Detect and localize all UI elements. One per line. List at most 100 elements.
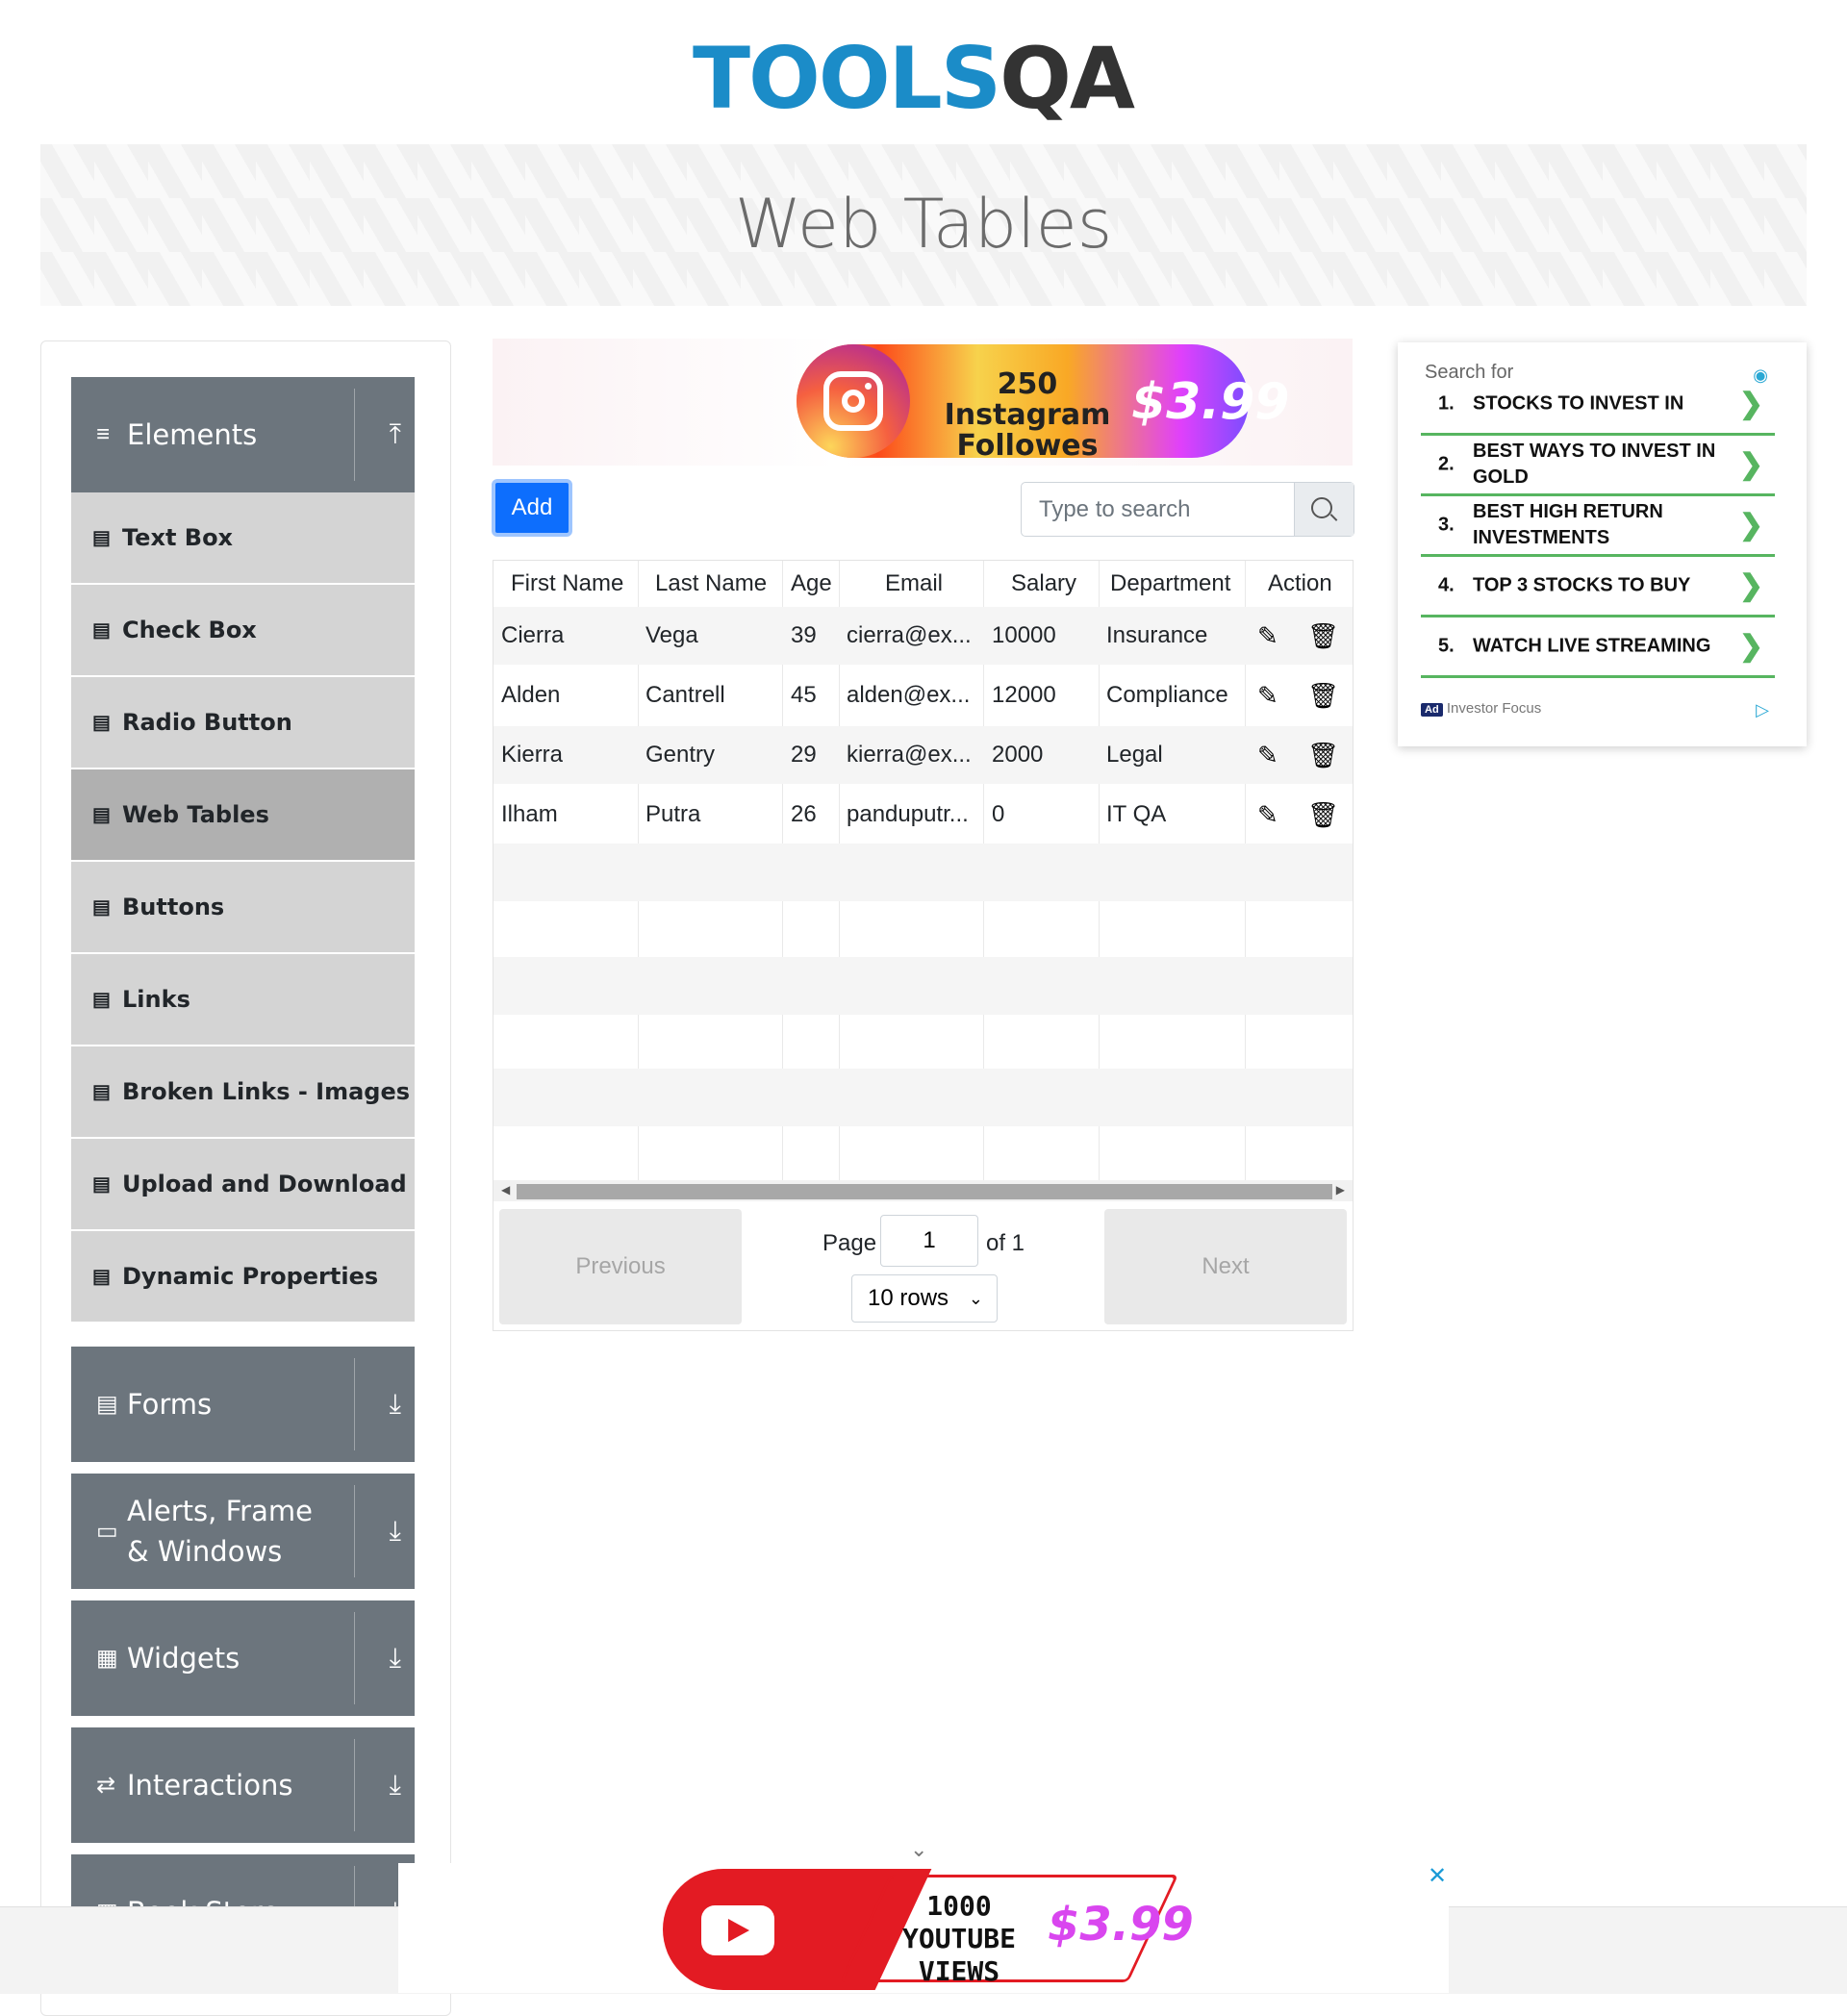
- sidebar-item-label: Upload and Download: [122, 1171, 407, 1197]
- delete-icon[interactable]: 🗑: [1307, 622, 1339, 651]
- page-number-input[interactable]: 1: [880, 1215, 978, 1267]
- search-box: [1021, 482, 1354, 537]
- expand-arrow-icon[interactable]: ⤓: [390, 1389, 401, 1421]
- column-header-email[interactable]: Email: [885, 561, 943, 607]
- page-header-banner: Web Tables: [40, 144, 1807, 306]
- instagram-icon: [797, 344, 910, 458]
- expand-arrow-icon[interactable]: ⤓: [390, 1643, 401, 1675]
- sidebar-item-radio-button[interactable]: ▤ Radio Button: [71, 677, 415, 769]
- collapse-arrow-icon[interactable]: ⤒: [390, 419, 401, 451]
- close-icon[interactable]: ✕: [1428, 1862, 1447, 1890]
- sidebar-item-upload-download[interactable]: ▤ Upload and Download: [71, 1139, 415, 1231]
- sidebar-item-label: Broken Links - Images: [122, 1078, 411, 1105]
- logo-qa-text: QA: [999, 29, 1135, 128]
- edit-icon[interactable]: ✎: [1257, 742, 1286, 770]
- sidebar-item-label: Radio Button: [122, 709, 292, 736]
- ad-badge: Ad: [1421, 703, 1443, 717]
- expand-arrow-icon[interactable]: ⤓: [390, 1516, 401, 1548]
- cell-age: 29: [791, 742, 817, 768]
- sidebar-item-label: Links: [122, 986, 190, 1013]
- horizontal-scrollbar[interactable]: ◀ ▶: [493, 1180, 1353, 1201]
- ad-sponsor[interactable]: Investor Focus: [1447, 700, 1541, 717]
- sidebar-group-alerts[interactable]: ▭ Alerts, Frame & Windows ⤓: [71, 1474, 415, 1589]
- scroll-left-icon[interactable]: ◀: [501, 1183, 510, 1197]
- table-row-empty: [493, 1124, 1353, 1182]
- pagination: Previous Page 1 of 1 10 rows ⌄ Next: [493, 1201, 1353, 1330]
- sidebar-item-buttons[interactable]: ▤ Buttons: [71, 862, 415, 954]
- expand-arrow-icon[interactable]: ⤓: [390, 1770, 401, 1802]
- edit-icon[interactable]: ✎: [1257, 682, 1286, 711]
- search-input[interactable]: [1022, 483, 1295, 536]
- sidebar-item-web-tables[interactable]: ▤ Web Tables: [71, 769, 415, 862]
- widgets-icon: ▦: [96, 1645, 118, 1672]
- chevron-right-icon: ❯: [1738, 388, 1763, 420]
- table-row-empty: [493, 1069, 1353, 1126]
- sidebar-group-elements[interactable]: ≡ Elements ⤒: [71, 377, 415, 492]
- chevron-right-icon: ❯: [1738, 509, 1763, 542]
- ad-search-item[interactable]: 3. BEST HIGH RETURN INVESTMENTS ❯: [1421, 496, 1775, 557]
- cell-last-name: Cantrell: [645, 682, 725, 708]
- ad-search-item[interactable]: 2. BEST WAYS TO INVEST IN GOLD ❯: [1421, 436, 1775, 496]
- logo-tools-text: TOOLS: [693, 29, 1001, 128]
- ad-search-item[interactable]: 4. TOP 3 STOCKS TO BUY ❯: [1421, 557, 1775, 617]
- table-row: Alden Cantrell 45 alden@ex... 12000 Comp…: [493, 667, 1353, 724]
- delete-icon[interactable]: 🗑: [1307, 801, 1339, 830]
- ad-search-item[interactable]: 5. WATCH LIVE STREAMING ❯: [1421, 617, 1775, 678]
- delete-icon[interactable]: 🗑: [1307, 682, 1339, 711]
- sidebar-item-label: Web Tables: [122, 801, 269, 828]
- add-button[interactable]: Add: [492, 479, 572, 537]
- ad-line-1: 250 Instagram: [944, 367, 1111, 432]
- column-header-salary[interactable]: Salary: [1011, 561, 1076, 607]
- list-icon: ▤: [92, 989, 111, 1011]
- sidebar-item-broken-links[interactable]: ▤ Broken Links - Images: [71, 1046, 415, 1139]
- cell-email: kierra@ex...: [847, 742, 972, 768]
- previous-button[interactable]: Previous: [499, 1209, 742, 1324]
- sidebar-group-interactions[interactable]: ⇄ Interactions ⤓: [71, 1727, 415, 1843]
- ad-line-2: YOUTUBE VIEWS: [901, 1923, 1016, 1987]
- list-icon: ▤: [92, 1266, 111, 1288]
- search-button[interactable]: [1294, 483, 1354, 536]
- delete-icon[interactable]: 🗑: [1307, 742, 1339, 770]
- edit-icon[interactable]: ✎: [1257, 622, 1286, 651]
- sidebar-item-dynamic-properties[interactable]: ▤ Dynamic Properties: [71, 1231, 415, 1323]
- chevron-down-icon[interactable]: ⌄: [910, 1837, 927, 1862]
- sidebar-group-forms[interactable]: ▤ Forms ⤓: [71, 1347, 415, 1462]
- next-button[interactable]: Next: [1104, 1209, 1347, 1324]
- list-icon: ▤: [92, 527, 111, 549]
- instagram-followers-ad[interactable]: 250 Instagram Followes $3.99: [493, 339, 1353, 466]
- list-icon: ▤: [92, 619, 111, 642]
- column-header-last-name[interactable]: Last Name: [655, 561, 767, 607]
- cell-salary: 10000: [992, 622, 1056, 648]
- sidebar-group-label: Elements: [127, 418, 258, 451]
- column-header-action[interactable]: Action: [1268, 561, 1332, 607]
- cell-age: 45: [791, 682, 817, 708]
- table-row: Cierra Vega 39 cierra@ex... 10000 Insura…: [493, 607, 1353, 665]
- page-label: Page: [822, 1230, 877, 1256]
- toolsqa-logo[interactable]: TOOLSQA: [693, 21, 1159, 132]
- cell-first-name: Ilham: [501, 801, 558, 827]
- edit-icon[interactable]: ✎: [1257, 801, 1286, 830]
- ad-line-2: Followes: [956, 429, 1099, 463]
- table-row: Kierra Gentry 29 kierra@ex... 2000 Legal…: [493, 726, 1353, 784]
- cell-last-name: Vega: [645, 622, 698, 648]
- column-header-department[interactable]: Department: [1110, 561, 1230, 607]
- play-icon[interactable]: ▷: [1756, 700, 1769, 720]
- youtube-views-ad[interactable]: 1000 YOUTUBE VIEWS $3.99: [398, 1863, 1449, 1993]
- sidebar-group-widgets[interactable]: ▦ Widgets ⤓: [71, 1600, 415, 1716]
- scrollbar-thumb[interactable]: [517, 1184, 1332, 1199]
- cell-age: 26: [791, 801, 817, 827]
- interactions-icon: ⇄: [96, 1772, 116, 1799]
- column-header-first-name[interactable]: First Name: [511, 561, 623, 607]
- search-ad-panel: Search for ◉ 1. STOCKS TO INVEST IN ❯ 2.…: [1398, 342, 1807, 746]
- sidebar-item-text-box[interactable]: ▤ Text Box: [71, 492, 415, 585]
- ad-search-item[interactable]: 1. STOCKS TO INVEST IN ❯: [1421, 375, 1775, 436]
- rows-per-page-select[interactable]: 10 rows ⌄: [851, 1274, 998, 1323]
- total-pages-label: of 1: [986, 1230, 1025, 1256]
- cell-salary: 12000: [992, 682, 1056, 708]
- sidebar-item-links[interactable]: ▤ Links: [71, 954, 415, 1046]
- sidebar-item-check-box[interactable]: ▤ Check Box: [71, 585, 415, 677]
- scroll-right-icon[interactable]: ▶: [1336, 1183, 1345, 1197]
- column-header-age[interactable]: Age: [791, 561, 832, 607]
- sidebar-item-label: Buttons: [122, 894, 225, 920]
- chevron-right-icon: ❯: [1738, 630, 1763, 663]
